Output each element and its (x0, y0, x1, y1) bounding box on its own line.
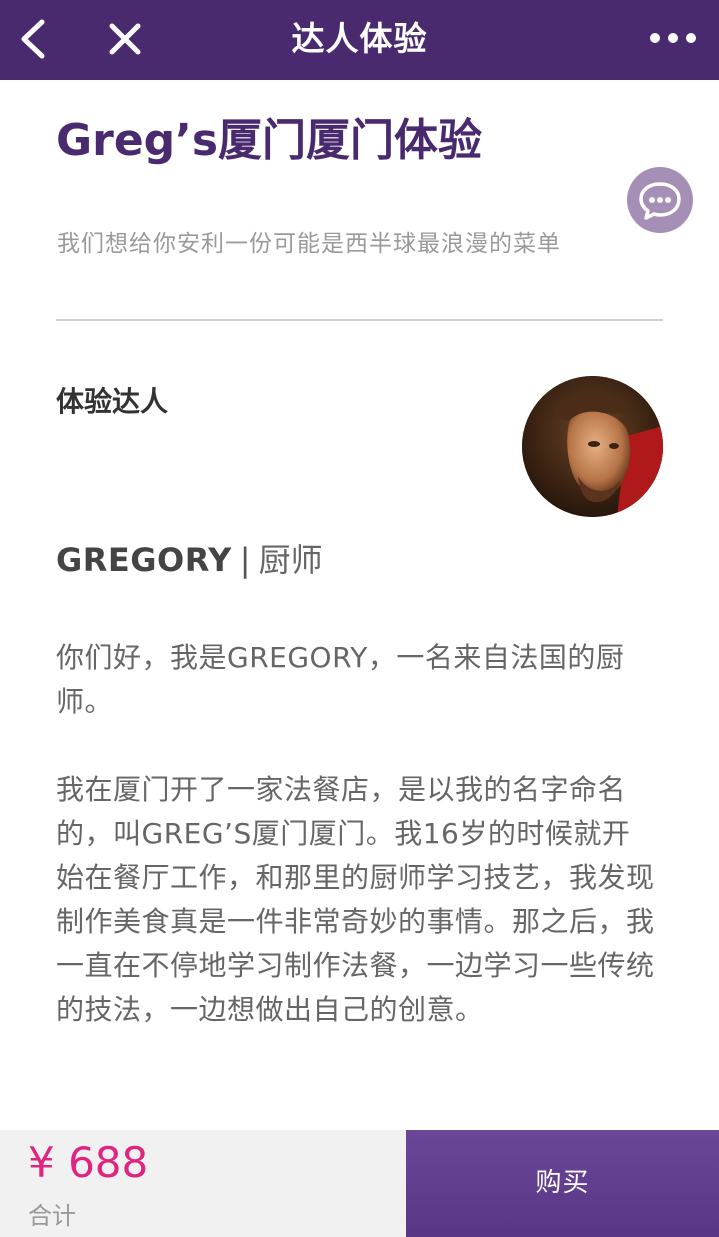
nav-title: 达人体验 (291, 19, 428, 58)
experience-subtitle: 我们想给你安利一份可能是西半球最浪漫的菜单 (57, 231, 561, 257)
total-price: ¥ 688 (28, 1138, 149, 1187)
purchase-bar: ¥ 688 合计 购买 (0, 1130, 719, 1237)
description-paragraph: 你们好，我是GREGORY，一名来自法国的厨师。 (56, 641, 625, 718)
host-role: 厨师 (258, 541, 323, 579)
experience-detail-page: 达人体验 Greg’s厦门厦门体验 我们想给你安利一份可能是西半球最浪漫的菜单 … (0, 0, 719, 1237)
host-avatar[interactable] (522, 376, 663, 517)
more-dots-icon[interactable] (649, 26, 697, 50)
price-area: ¥ 688 合计 (0, 1130, 406, 1237)
host-separator: | (239, 541, 251, 579)
description-paragraph: 我在厦门开了一家法餐店，是以我的名字命名的，叫GREG’S厦门厦门。我16岁的时… (56, 773, 655, 1026)
top-nav-bar: 达人体验 (0, 0, 719, 80)
buy-button[interactable]: 购买 (406, 1130, 719, 1237)
host-section-label: 体验达人 (56, 385, 169, 418)
chat-button[interactable] (627, 167, 693, 233)
experience-title: Greg’s厦门厦门体验 (56, 115, 483, 166)
avatar-photo (522, 376, 663, 517)
host-name-line: GREGORY | 厨师 (56, 535, 323, 581)
host-name: GREGORY (56, 541, 232, 579)
chat-bubble-icon (639, 182, 681, 220)
scroll-content[interactable]: Greg’s厦门厦门体验 我们想给你安利一份可能是西半球最浪漫的菜单 体验达人 (0, 80, 719, 1130)
divider (56, 319, 663, 321)
total-label: 合计 (28, 1202, 76, 1230)
